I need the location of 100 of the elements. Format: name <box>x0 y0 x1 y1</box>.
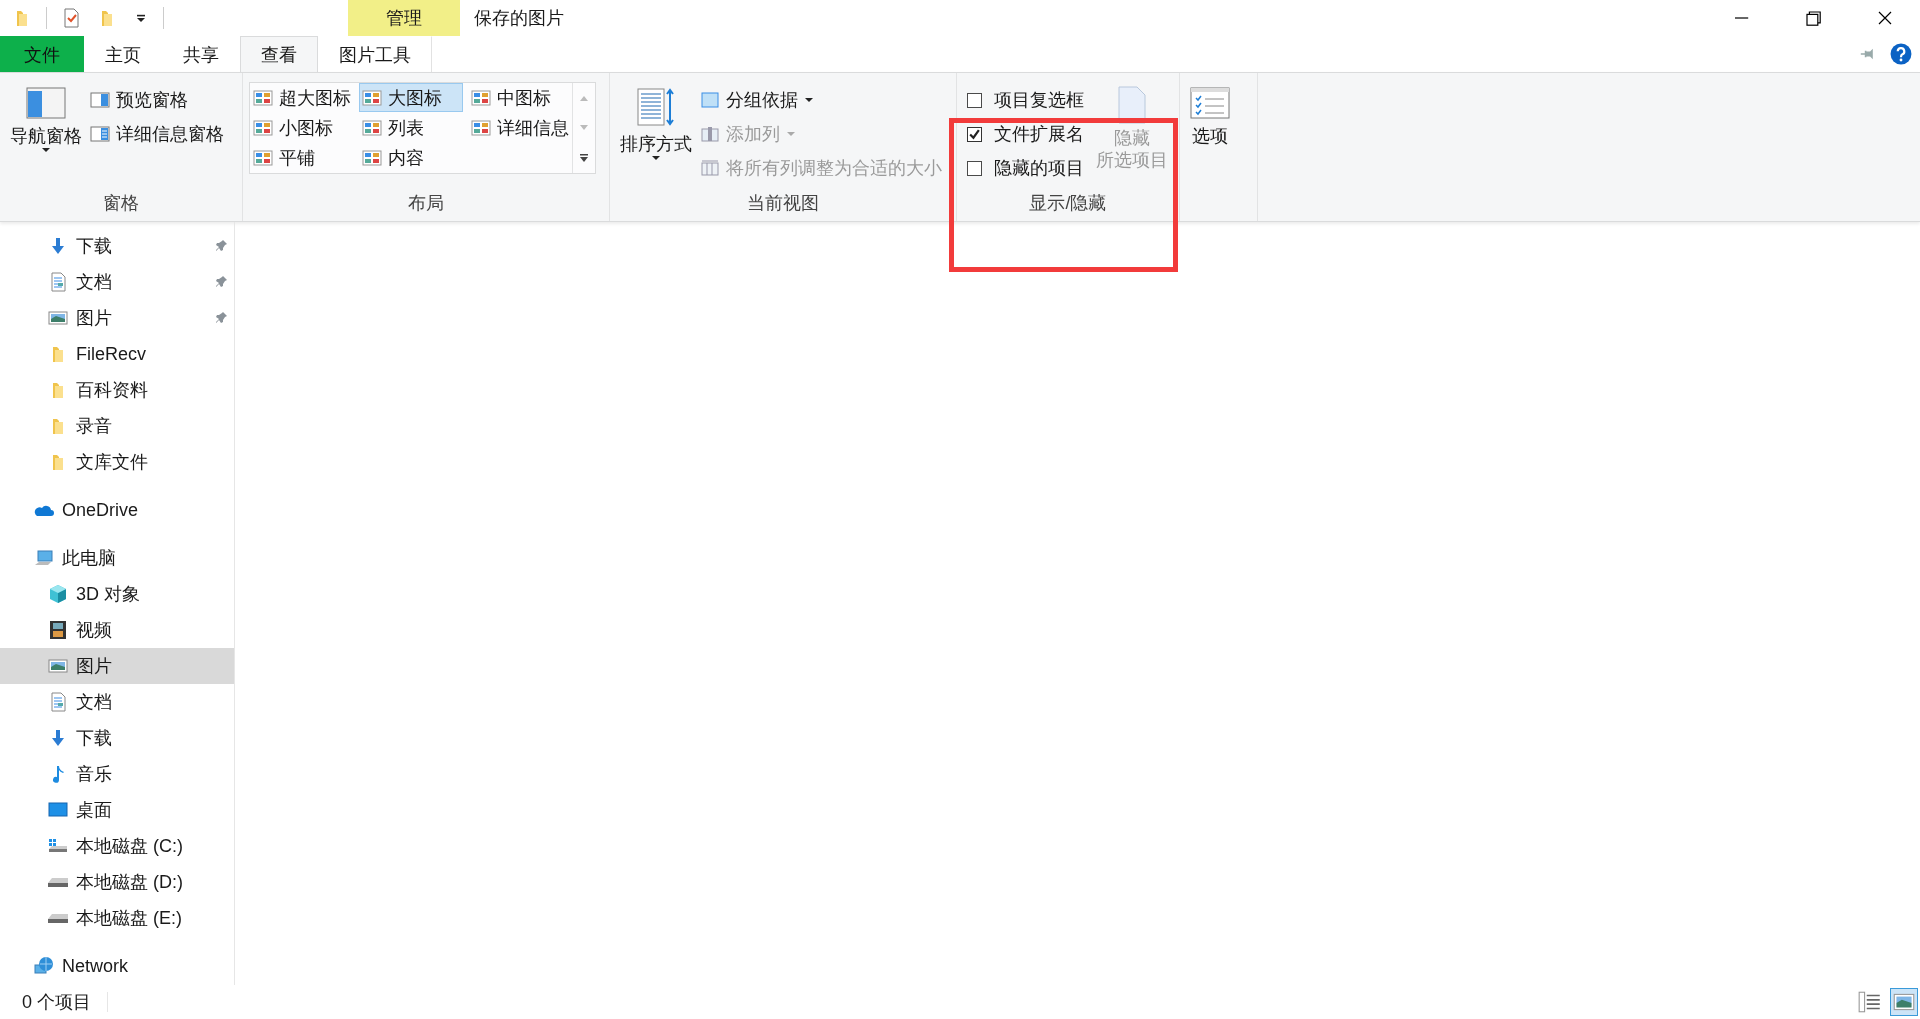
nav-label: Network <box>62 955 128 977</box>
nav-label: 文档 <box>76 691 112 714</box>
globe-icon <box>34 956 54 976</box>
nav-item[interactable]: 音乐 <box>0 756 234 792</box>
checkbox-label: 项目复选框 <box>994 89 1084 112</box>
thumbnail-grid-icon <box>253 118 273 137</box>
layout-option[interactable]: 大图标 <box>359 83 463 112</box>
ribbon-tab[interactable]: 查看 <box>240 36 318 72</box>
option-label: 内容 <box>388 146 424 170</box>
ribbon-tab[interactable]: 主页 <box>84 36 162 72</box>
nav-item[interactable]: 视频 <box>0 612 234 648</box>
nav-item[interactable]: 图片 <box>0 648 234 684</box>
checkbox[interactable] <box>967 92 982 108</box>
navigation-pane-button[interactable]: 导航窗格 <box>6 79 86 189</box>
option-label: 小图标 <box>279 116 333 140</box>
pin-icon[interactable] <box>214 311 228 325</box>
nav-label: 本地磁盘 (D:) <box>76 871 183 894</box>
layout-option[interactable]: 中图标 <box>468 83 572 112</box>
tab-group-header: 管理 <box>348 0 460 36</box>
nav-item[interactable]: 文档 <box>0 684 234 720</box>
computer-icon <box>34 548 54 568</box>
nav-label: 音乐 <box>76 763 112 786</box>
nav-label: 3D 对象 <box>76 583 140 606</box>
nav-label: 文库文件 <box>76 451 148 474</box>
nav-item[interactable]: 此电脑 <box>0 540 234 576</box>
pin-icon[interactable] <box>214 239 228 253</box>
nav-item[interactable]: 百科资料 <box>0 372 234 408</box>
nav-label: 下载 <box>76 727 112 750</box>
layout-option[interactable]: 详细信息 <box>468 113 572 142</box>
nav-item[interactable]: 下载 <box>0 720 234 756</box>
group-label: 当前视图 <box>746 192 820 215</box>
nav-item[interactable]: 文库文件 <box>0 444 234 480</box>
expand-gallery-icon[interactable] <box>578 153 590 163</box>
help-icon[interactable] <box>1890 43 1912 65</box>
checklist-icon[interactable] <box>61 7 81 29</box>
group-label: 布局 <box>407 192 445 215</box>
option-label: 列表 <box>388 116 424 140</box>
nav-item[interactable]: 下载 <box>0 228 234 264</box>
layout-option[interactable]: 内容 <box>359 143 463 172</box>
layout-option[interactable]: 列表 <box>359 113 463 142</box>
nav-label: 本地磁盘 (C:) <box>76 835 183 858</box>
nav-label: 图片 <box>76 307 112 330</box>
nav-label: 桌面 <box>76 799 112 822</box>
nav-label: 图片 <box>76 655 112 678</box>
layout-option[interactable]: 小图标 <box>250 113 354 142</box>
nav-item[interactable]: OneDrive <box>0 492 234 528</box>
pane-button[interactable]: 详细信息窗格 <box>86 119 228 149</box>
nav-item[interactable]: 录音 <box>0 408 234 444</box>
monitor-icon <box>48 800 68 820</box>
thumbnail-grid-icon <box>362 88 382 107</box>
checkbox[interactable] <box>967 126 982 142</box>
thumbnail-grid-icon <box>362 118 382 137</box>
large-icons-view-button[interactable] <box>1890 988 1918 1016</box>
item-count: 0 个项目 <box>22 991 91 1014</box>
option-label: 平铺 <box>279 146 315 170</box>
nav-label: 本地磁盘 (E:) <box>76 907 182 930</box>
nav-item[interactable]: 本地磁盘 (D:) <box>0 864 234 900</box>
nav-item[interactable]: 文档 <box>0 264 234 300</box>
pane-button[interactable]: 预览窗格 <box>86 85 228 115</box>
button-label: 导航窗格 <box>10 125 82 147</box>
pane-icon <box>90 91 110 109</box>
ribbon-tab[interactable]: 共享 <box>162 36 240 72</box>
button-label: 详细信息窗格 <box>116 123 224 146</box>
pin-icon[interactable] <box>214 275 228 289</box>
button-label: 预览窗格 <box>116 89 188 112</box>
nav-label: 此电脑 <box>62 547 116 570</box>
nav-item[interactable]: 本地磁盘 (E:) <box>0 900 234 936</box>
document-icon <box>48 272 68 292</box>
sort-icon <box>636 87 676 127</box>
option-label: 详细信息 <box>497 116 569 140</box>
thumbnail-grid-icon <box>471 88 491 107</box>
nav-label: 下载 <box>76 235 112 258</box>
nav-item[interactable]: 图片 <box>0 300 234 336</box>
nav-item[interactable]: Network <box>0 948 234 984</box>
nav-label: 视频 <box>76 619 112 642</box>
option-label: 中图标 <box>497 86 551 110</box>
group-label: 窗格 <box>102 192 140 215</box>
ribbon-tab[interactable]: 文件 <box>0 36 84 72</box>
view-command[interactable]: 分组依据 <box>696 85 946 115</box>
picture-icon <box>48 308 68 328</box>
options-button[interactable]: 选项 <box>1186 79 1234 221</box>
caret-icon <box>651 155 661 161</box>
option-label: 大图标 <box>388 86 442 110</box>
thumbnail-grid-icon <box>362 148 382 167</box>
nav-item[interactable]: 桌面 <box>0 792 234 828</box>
layout-option[interactable]: 平铺 <box>250 143 354 172</box>
cube-icon <box>48 584 68 604</box>
nav-label: 录音 <box>76 415 112 438</box>
window-title: 保存的图片 <box>474 7 564 30</box>
layout-option[interactable]: 超大图标 <box>250 83 354 112</box>
nav-item[interactable]: FileRecv <box>0 336 234 372</box>
thumbnail-grid-icon <box>471 118 491 137</box>
picture-icon <box>48 656 68 676</box>
nav-label: OneDrive <box>62 499 139 521</box>
pane-icon <box>90 125 110 143</box>
nav-item[interactable]: 3D 对象 <box>0 576 234 612</box>
thumbnail-grid-icon <box>253 88 273 107</box>
checkbox[interactable] <box>967 160 982 176</box>
nav-item[interactable]: 本地磁盘 (C:) <box>0 828 234 864</box>
sort-by-button[interactable]: 排序方式 <box>616 79 696 189</box>
